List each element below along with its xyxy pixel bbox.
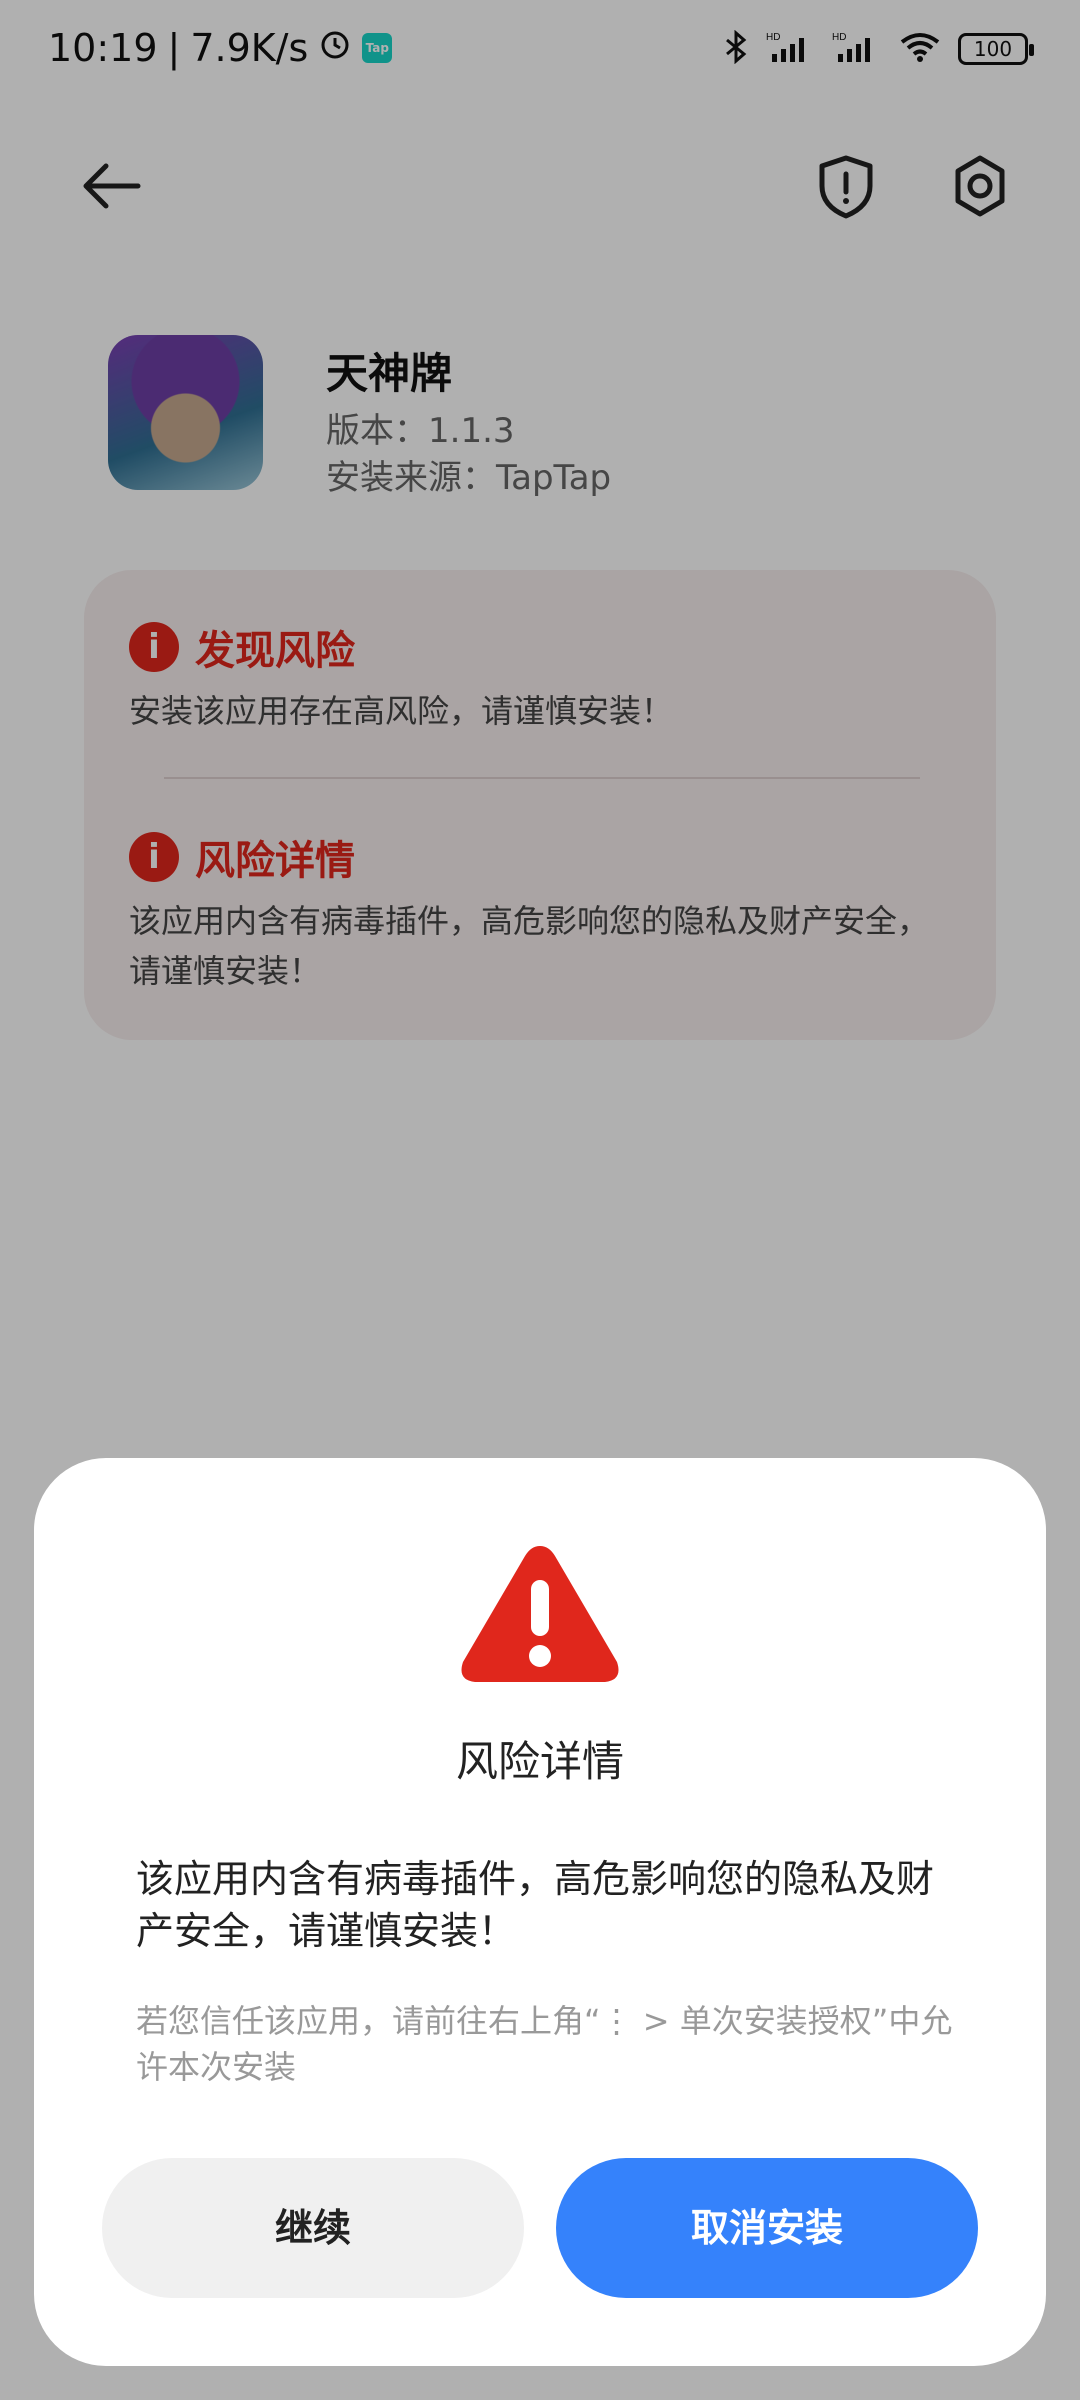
cancel-install-button[interactable]: 取消安装 [556,2158,978,2298]
continue-button[interactable]: 继续 [102,2158,524,2298]
dialog-message: 该应用内含有病毒插件，高危影响您的隐私及财产安全，请谨慎安装！ [136,1857,935,1953]
install-screen: 10:19 | 7.9K/s Tap HD HD 100 天神牌 版本：1.1.… [0,0,1080,2400]
dialog-title: 风险详情 [455,1737,624,1786]
dialog-hint: 若您信任该应用，请前往右上角“⋮ > 单次安装授权”中允许本次安装 [136,2002,953,2086]
warning-triangle-icon [461,1546,619,1682]
risk-dialog: 风险详情 该应用内含有病毒插件，高危影响您的隐私及财产安全，请谨慎安装！ 若您信… [34,1458,1046,2366]
